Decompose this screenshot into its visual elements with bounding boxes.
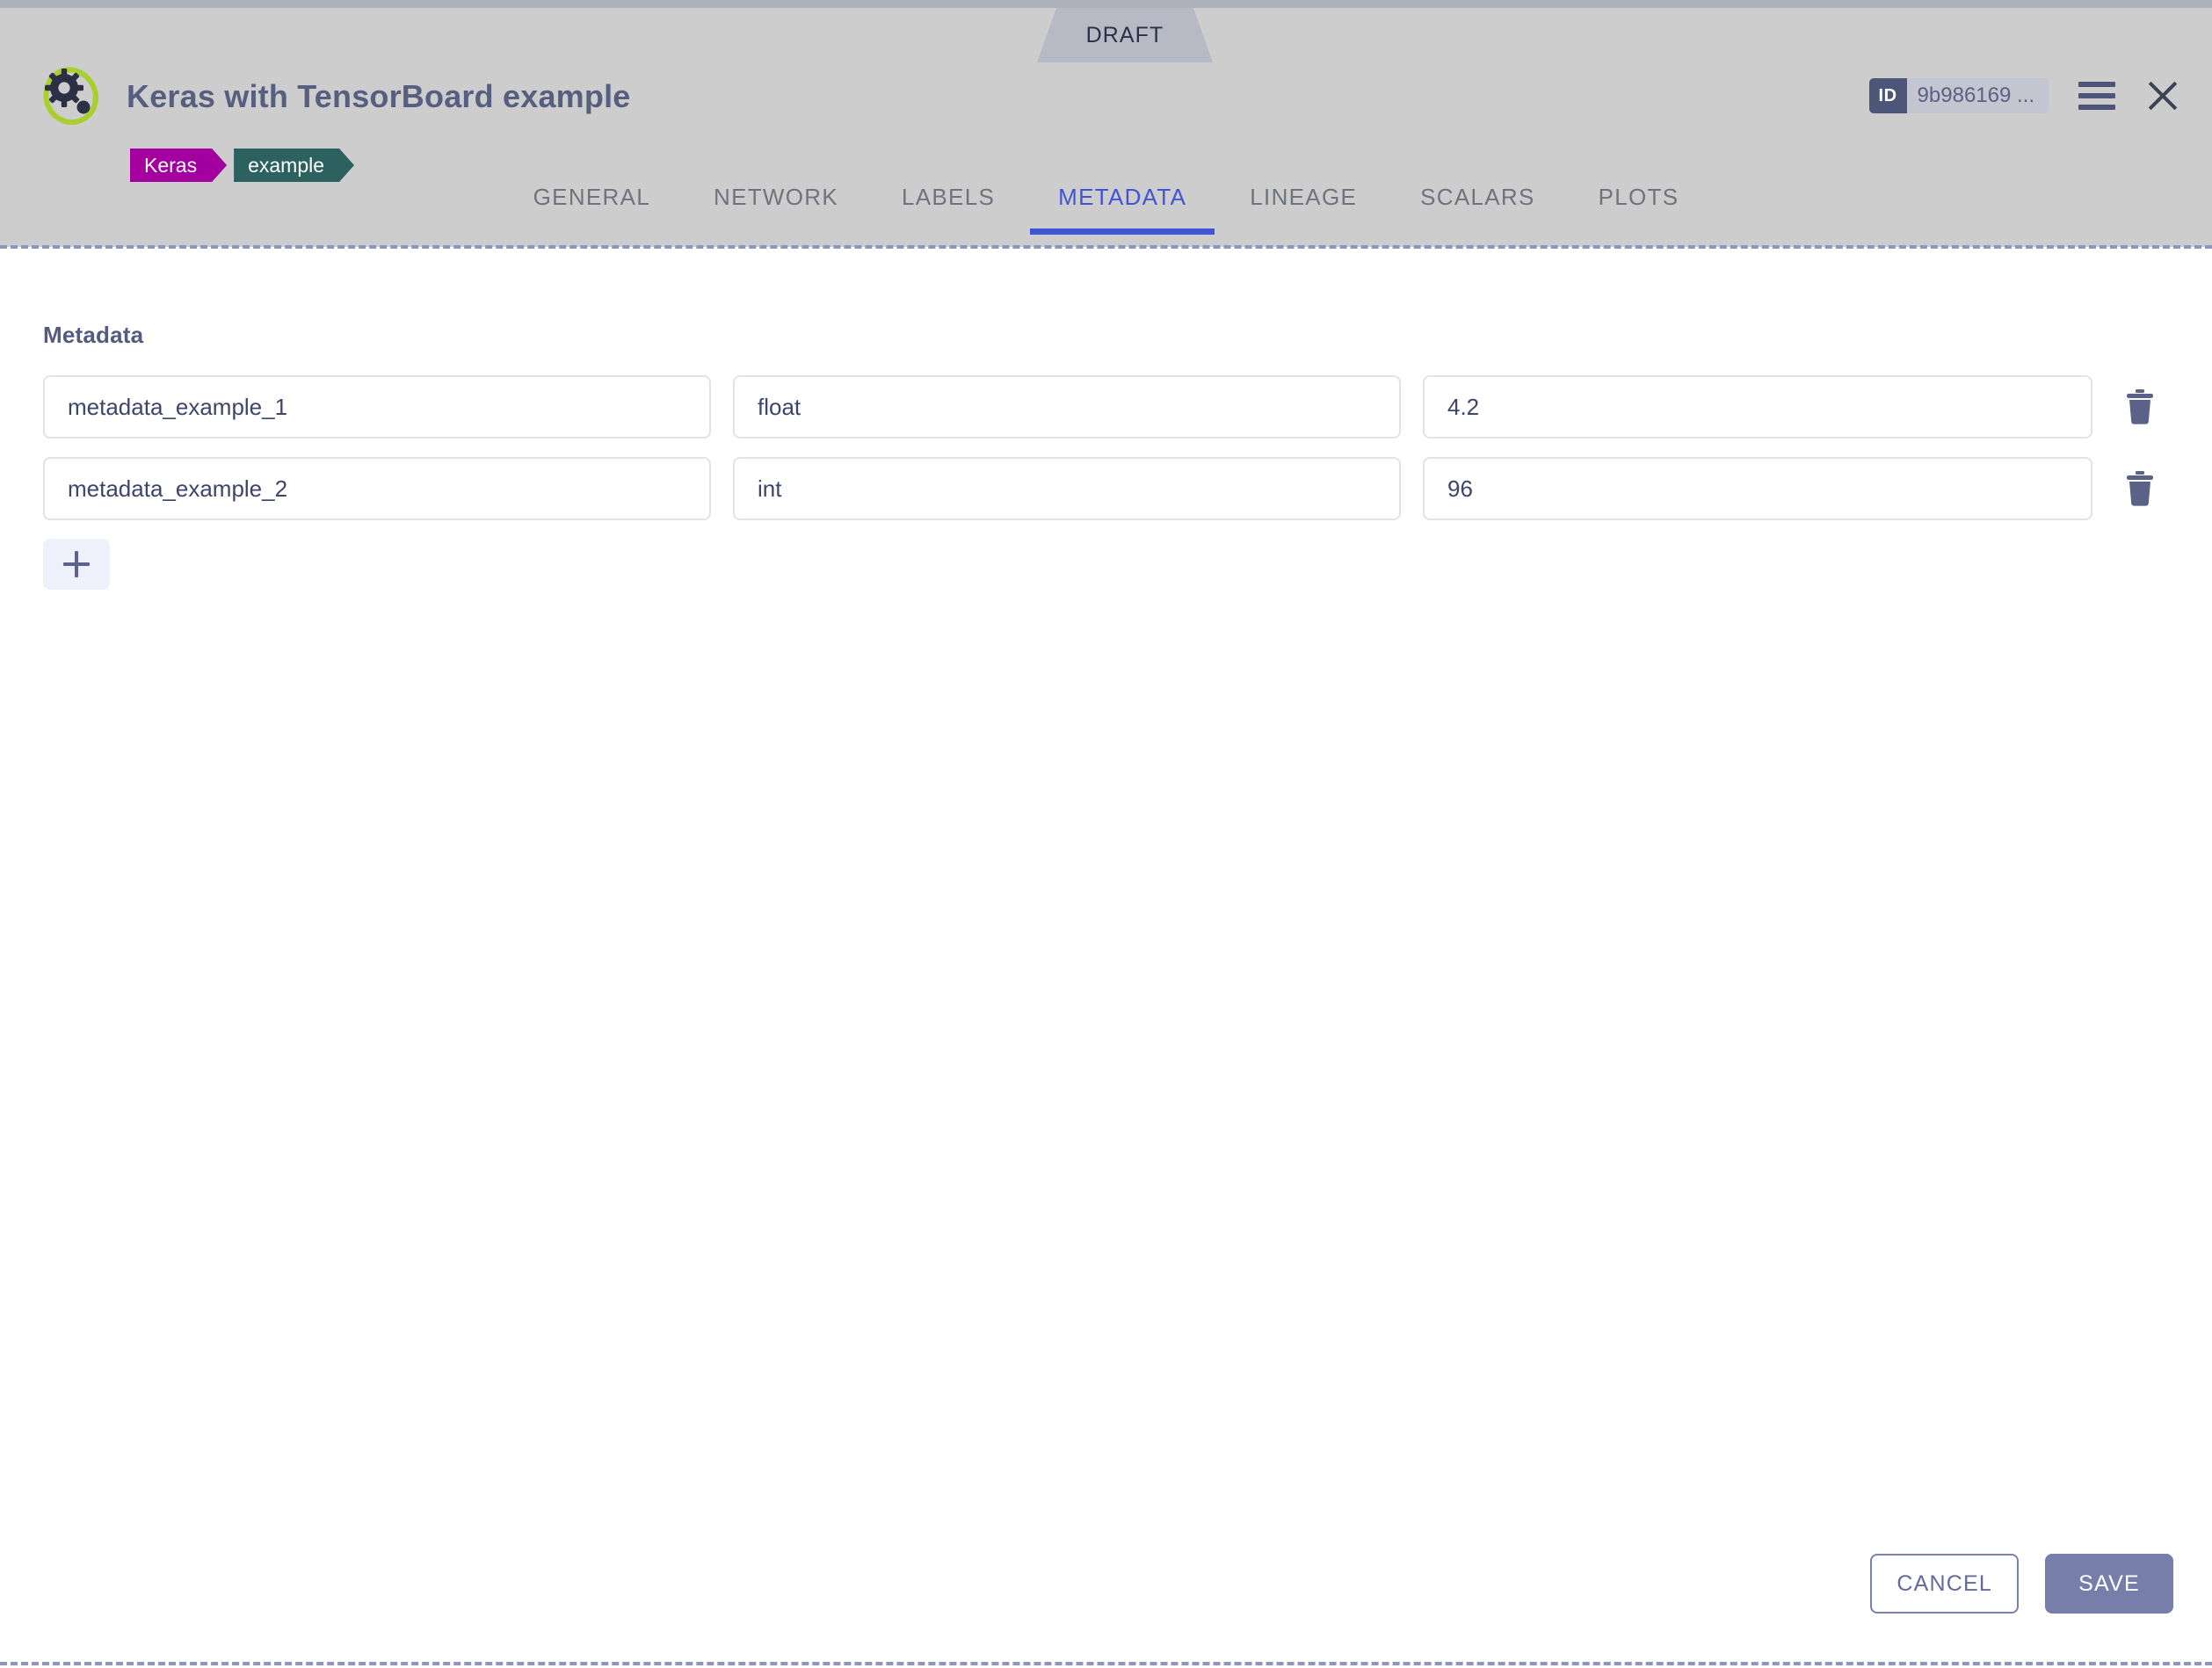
plus-icon (63, 551, 90, 577)
tab-metadata[interactable]: METADATA (1026, 171, 1218, 235)
close-icon (2145, 78, 2180, 113)
metadata-panel: Metadata metadata_example_1 float 4.2 me… (0, 249, 2212, 1662)
add-metadata-row-button[interactable] (43, 539, 110, 590)
metadata-type-input[interactable]: int (733, 457, 1401, 520)
footer-actions: CANCEL SAVE (1870, 1554, 2173, 1614)
tab-label: LINEAGE (1250, 184, 1357, 210)
tab-label: METADATA (1058, 184, 1186, 210)
content-bottom-divider (0, 1662, 2212, 1665)
tab-label: NETWORK (714, 184, 838, 210)
metadata-type-input[interactable]: float (733, 375, 1401, 439)
trash-icon (2125, 389, 2155, 424)
trash-icon (2125, 471, 2155, 506)
table-row: metadata_example_1 float 4.2 (43, 375, 2212, 439)
delete-row-button[interactable] (2112, 379, 2168, 435)
save-button[interactable]: SAVE (2045, 1554, 2173, 1614)
tab-plots[interactable]: PLOTS (1567, 171, 1711, 235)
metadata-value-input[interactable]: 96 (1423, 457, 2092, 520)
experiment-header: DRAFT (0, 8, 2212, 247)
gear-in-teardrop-logo-icon (39, 62, 107, 131)
cancel-button[interactable]: CANCEL (1870, 1554, 2019, 1614)
header-actions: ID 9b986169 ... (1869, 78, 2180, 113)
experiment-id-badge[interactable]: ID 9b986169 ... (1869, 78, 2049, 113)
tab-label: LABELS (902, 184, 995, 210)
tab-scalars[interactable]: SCALARS (1389, 171, 1566, 235)
delete-row-button[interactable] (2112, 461, 2168, 517)
experiment-id-value: 9b986169 ... (1907, 83, 2049, 108)
tab-network[interactable]: NETWORK (682, 171, 870, 235)
window-top-strip (0, 0, 2212, 8)
tab-bar: GENERAL NETWORK LABELS METADATA LINEAGE … (0, 171, 2212, 247)
id-chip-label: ID (1869, 78, 1907, 113)
tab-lineage[interactable]: LINEAGE (1218, 171, 1389, 235)
metadata-rows: metadata_example_1 float 4.2 metadata_ex… (43, 375, 2212, 590)
close-button[interactable] (2145, 78, 2180, 113)
tab-labels[interactable]: LABELS (870, 171, 1026, 235)
metadata-key-input[interactable]: metadata_example_2 (43, 457, 711, 520)
tab-label: SCALARS (1420, 184, 1534, 210)
tab-label: GENERAL (533, 184, 650, 210)
menu-button[interactable] (2078, 82, 2115, 110)
table-row: metadata_example_2 int 96 (43, 457, 2212, 520)
tab-general[interactable]: GENERAL (502, 171, 682, 235)
tab-label: PLOTS (1599, 184, 1679, 210)
page-title: Keras with TensorBoard example (127, 78, 631, 115)
metadata-key-input[interactable]: metadata_example_1 (43, 375, 711, 439)
title-row: Keras with TensorBoard example (39, 62, 631, 131)
hamburger-menu-icon (2078, 82, 2115, 110)
section-title: Metadata (43, 322, 143, 349)
metadata-value-input[interactable]: 4.2 (1423, 375, 2092, 439)
status-badge-label: DRAFT (1086, 23, 1164, 48)
status-badge-draft: DRAFT (1037, 8, 1213, 62)
